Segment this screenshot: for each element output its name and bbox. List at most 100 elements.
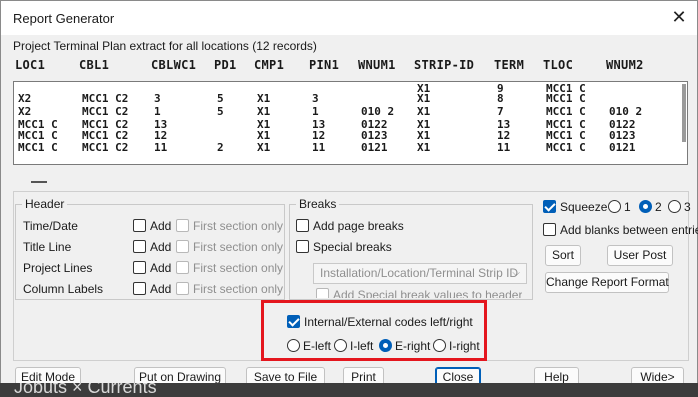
add-label: Add	[150, 261, 172, 275]
header-add-checkbox[interactable]: Add	[133, 282, 171, 296]
squeeze-option-label: 3	[684, 200, 691, 214]
list-cell: X1	[417, 129, 431, 142]
list-cell: 1	[312, 105, 319, 118]
column-header: TERM	[494, 58, 525, 72]
report-listbox[interactable]: X1 9 MCC1 C X2 MCC1 C2 3 5 X1 3 X1 8 MCC1 C X2 MCC1 C…	[13, 81, 688, 165]
checkbox-box[interactable]	[176, 240, 189, 253]
squeeze-option-2[interactable]: 2	[639, 200, 662, 214]
list-cell: 5	[217, 92, 224, 105]
list-cell: X1	[417, 92, 431, 105]
change-report-format-button[interactable]: Change Report Format	[545, 272, 669, 293]
column-header: WNUM2	[606, 58, 644, 72]
first-section-only-checkbox[interactable]: First section only	[176, 282, 283, 296]
special-breaks-label: Special breaks	[313, 240, 392, 254]
checkbox-box[interactable]	[176, 261, 189, 274]
list-cell: MCC1 C2	[82, 129, 129, 142]
list-cell: X1	[257, 141, 271, 154]
list-cell: X1	[417, 141, 431, 154]
list-cell: MCC1 C	[546, 92, 586, 105]
checkbox-box[interactable]	[176, 282, 189, 295]
list-cell: MCC1 C2	[82, 105, 129, 118]
first-section-label: First section only	[193, 240, 284, 254]
column-header: STRIP-ID	[414, 58, 475, 72]
list-row[interactable]: MCC1 C MCC1 C2 12 X1 12 0123 X1 12 MCC1 C 0123	[14, 129, 682, 142]
special-breaks-checkbox[interactable]: Special breaks	[296, 240, 392, 254]
user-post-button[interactable]: User Post	[607, 245, 673, 266]
report-generator-dialog: Report Generator ✕ Project Terminal Plan…	[0, 0, 698, 397]
list-cell: MCC1 C	[546, 105, 586, 118]
list-cell: 12	[154, 129, 168, 142]
header-item-label: Project Lines	[23, 261, 93, 275]
checkbox-box[interactable]	[296, 219, 309, 232]
first-section-only-checkbox[interactable]: First section only	[176, 219, 283, 233]
list-cell: X1	[257, 92, 271, 105]
list-cell: X1	[257, 105, 271, 118]
checkbox-box[interactable]	[133, 261, 146, 274]
radio-circle[interactable]	[668, 200, 681, 213]
header-add-checkbox[interactable]: Add	[133, 219, 171, 233]
column-header: TLOC	[543, 58, 574, 72]
window-title: Report Generator	[13, 11, 115, 26]
special-break-select[interactable]: Installation/Location/Terminal Strip ID …	[313, 263, 527, 284]
list-cell: X2	[18, 92, 32, 105]
list-cell: 0121	[361, 141, 388, 154]
checkbox-box[interactable]	[176, 219, 189, 232]
list-cell: 5	[217, 105, 224, 118]
add-page-breaks-label: Add page breaks	[313, 219, 404, 233]
list-cell: MCC1 C	[546, 141, 586, 154]
list-cell: 0121	[609, 141, 636, 154]
checkbox-box[interactable]	[133, 282, 146, 295]
list-cell: 0123	[609, 129, 636, 142]
add-page-breaks-checkbox[interactable]: Add page breaks	[296, 219, 404, 233]
first-section-label: First section only	[193, 282, 284, 296]
list-cell: MCC1 C2	[82, 92, 129, 105]
squeeze-option-label: 2	[655, 200, 662, 214]
header-item-label: Time/Date	[23, 219, 78, 233]
radio-circle[interactable]	[639, 200, 652, 213]
list-row[interactable]: X2 MCC1 C2 3 5 X1 3 X1 8 MCC1 C	[14, 92, 682, 105]
list-cell: MCC1 C	[18, 141, 58, 154]
header-item-label: Column Labels	[23, 282, 104, 296]
splitter-grip[interactable]	[31, 181, 47, 183]
first-section-label: First section only	[193, 261, 284, 275]
add-special-break-label: Add Special break values to header	[333, 288, 523, 298]
list-cell: X1	[417, 105, 431, 118]
add-special-break-checkbox[interactable]: Add Special break values to header	[316, 288, 522, 298]
squeeze-checkbox[interactable]: Squeeze	[543, 200, 607, 214]
header-add-checkbox[interactable]: Add	[133, 261, 171, 275]
list-cell: 010 2	[361, 105, 395, 118]
list-cell: 0123	[361, 129, 388, 142]
highlight-annotation-box	[261, 300, 487, 361]
title-bar: Report Generator ✕	[1, 1, 697, 35]
first-section-only-checkbox[interactable]: First section only	[176, 240, 283, 254]
list-row[interactable]: X2 MCC1 C2 1 5 X1 1 010 2 X1 7 MCC1 C 010 2	[14, 105, 682, 118]
scrollbar-thumb[interactable]	[682, 84, 686, 142]
radio-circle[interactable]	[608, 200, 621, 213]
checkbox-box[interactable]	[133, 240, 146, 253]
first-section-only-checkbox[interactable]: First section only	[176, 261, 283, 275]
checkbox-box[interactable]	[133, 219, 146, 232]
squeeze-label: Squeeze	[560, 200, 608, 214]
background-text: Jobuts × Currents	[14, 383, 157, 397]
checkbox-box[interactable]	[316, 288, 329, 298]
checkbox-box[interactable]	[296, 240, 309, 253]
header-group-title: Header	[22, 197, 68, 211]
header-add-checkbox[interactable]: Add	[133, 240, 171, 254]
squeeze-option-3[interactable]: 3	[668, 200, 691, 214]
list-row[interactable]: MCC1 C MCC1 C2 11 2 X1 11 0121 X1 11 MCC1 C 0121	[14, 141, 682, 154]
chevron-down-icon: ⌵	[512, 268, 520, 279]
column-header: LOC1	[15, 58, 46, 72]
add-blanks-checkbox[interactable]: Add blanks between entries	[543, 223, 698, 237]
list-cell: 8	[497, 92, 504, 105]
close-icon[interactable]: ✕	[669, 8, 689, 28]
sort-button[interactable]: Sort	[545, 245, 581, 266]
list-cell: 3	[154, 92, 161, 105]
checkbox-box[interactable]	[543, 200, 556, 213]
checkbox-box[interactable]	[543, 223, 556, 236]
list-cell: 12	[312, 129, 326, 142]
list-cell: 7	[497, 105, 504, 118]
list-cell: 11	[154, 141, 168, 154]
squeeze-option-1[interactable]: 1	[608, 200, 631, 214]
column-header: PIN1	[309, 58, 340, 72]
column-header: CBLWC1	[151, 58, 197, 72]
